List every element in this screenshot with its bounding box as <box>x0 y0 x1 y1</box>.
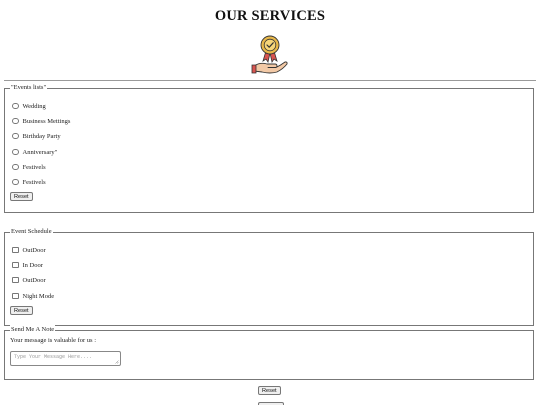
header-divider <box>4 80 536 81</box>
event-option-label: Birthday Party <box>22 132 61 140</box>
radio-icon[interactable] <box>12 163 19 171</box>
event-option-label: Anniversary" <box>22 148 58 156</box>
radio-icon[interactable] <box>12 132 19 140</box>
services-page: OUR SERVICES "Events lists" Wedding Busi… <box>0 0 540 405</box>
message-textarea[interactable]: Type Your Message Here.... <box>10 351 121 366</box>
form-reset-button[interactable]: Reset <box>258 386 281 395</box>
send-note-fieldset: Send Me A Note Your message is valuable … <box>4 325 534 380</box>
checkbox-icon[interactable] <box>12 246 19 254</box>
event-option-business-mettings[interactable]: Business Mettings <box>12 116 70 126</box>
radio-icon[interactable] <box>12 148 19 156</box>
schedule-option-label: OutDoor <box>22 246 46 254</box>
checkbox-icon[interactable] <box>12 292 19 300</box>
event-option-festivels[interactable]: Festivels <box>12 162 46 172</box>
events-list-fieldset: "Events lists" Wedding Business Mettings… <box>4 83 534 213</box>
message-placeholder: Type Your Message Here.... <box>14 354 93 360</box>
note-message: Your message is valuable for us : <box>10 337 96 344</box>
schedule-option-in-door[interactable]: In Door <box>12 260 43 270</box>
event-option-festivels-2[interactable]: Festivels <box>12 177 46 187</box>
event-option-label: Festivels <box>22 178 46 186</box>
checkbox-icon[interactable] <box>12 261 19 269</box>
events-reset-button[interactable]: Reset <box>10 192 33 201</box>
schedule-reset-button[interactable]: Reset <box>10 306 33 315</box>
event-schedule-fieldset: Event Schedule OutDoor In Door OutDoor N… <box>4 227 534 326</box>
schedule-option-label: OutDoor <box>22 276 46 284</box>
event-option-anniversary[interactable]: Anniversary" <box>12 147 57 157</box>
award-ribbon-on-hand-icon <box>251 35 288 74</box>
checkbox-icon[interactable] <box>12 276 19 284</box>
send-note-legend: Send Me A Note <box>10 325 56 335</box>
event-option-birthday-party[interactable]: Birthday Party <box>12 131 61 141</box>
event-option-label: Festivels <box>22 163 46 171</box>
resize-grip-icon[interactable] <box>115 360 119 364</box>
events-list-legend: "Events lists" <box>10 83 48 93</box>
radio-icon[interactable] <box>12 102 19 110</box>
radio-icon[interactable] <box>12 178 19 186</box>
schedule-option-label: In Door <box>22 261 43 269</box>
event-option-label: Wedding <box>22 102 46 110</box>
event-option-wedding[interactable]: Wedding <box>12 101 46 111</box>
page-title: OUR SERVICES <box>214 8 326 24</box>
schedule-option-outdoor-2[interactable]: OutDoor <box>12 275 46 285</box>
schedule-option-label: Night Mode <box>22 292 55 300</box>
schedule-option-night-mode[interactable]: Night Mode <box>12 291 54 301</box>
radio-icon[interactable] <box>12 117 19 125</box>
event-option-label: Business Mettings <box>22 117 71 125</box>
schedule-option-outdoor[interactable]: OutDoor <box>12 245 46 255</box>
event-schedule-legend: Event Schedule <box>10 227 53 237</box>
